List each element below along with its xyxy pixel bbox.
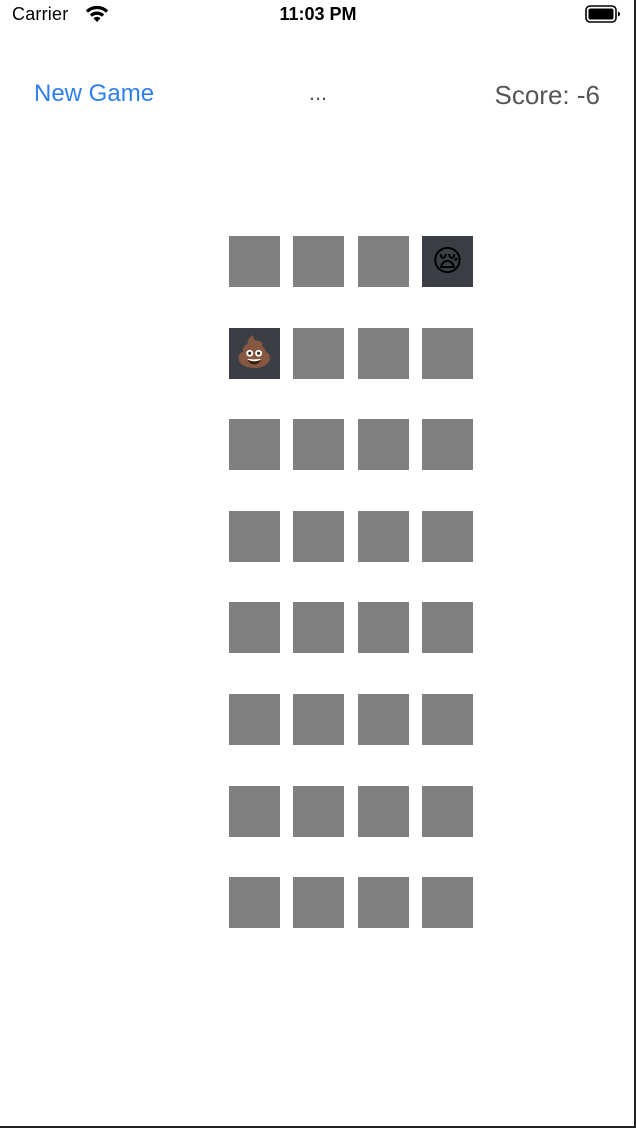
card-face-down[interactable] (357, 693, 409, 745)
card-face-down[interactable] (357, 327, 409, 379)
card-face-down[interactable] (229, 693, 280, 745)
card-face-down[interactable] (293, 877, 345, 929)
card-face-down[interactable] (421, 510, 473, 562)
card-face-down[interactable] (357, 236, 409, 287)
card-face-down[interactable] (421, 419, 473, 471)
card-face-down[interactable] (229, 602, 280, 654)
card-face-down[interactable] (421, 693, 473, 745)
card-face-down[interactable] (229, 510, 280, 562)
theme-name-label: ... (308, 80, 328, 105)
card-face-down[interactable] (357, 510, 409, 562)
status-bar: Carrier 11:03 PM (0, 0, 636, 30)
card-face-down[interactable] (293, 327, 345, 379)
card-grid: 😪 💩 (229, 236, 474, 929)
status-time: 11:03 PM (279, 4, 357, 24)
card-face-down[interactable] (421, 327, 473, 379)
card-face-down[interactable] (293, 785, 345, 837)
card-face-down[interactable] (421, 877, 473, 929)
card-face-down[interactable] (229, 785, 280, 837)
card-face-down[interactable] (293, 419, 345, 471)
card-emoji: 😪 (431, 243, 464, 279)
card-face-down[interactable] (293, 236, 345, 287)
card-face-down[interactable] (357, 602, 409, 654)
card-face-down[interactable] (357, 419, 409, 471)
card-face-down[interactable] (293, 602, 345, 654)
new-game-button[interactable]: New Game (34, 80, 154, 108)
battery-icon (585, 4, 621, 24)
card-face-down[interactable] (421, 785, 473, 837)
card-face-down[interactable] (357, 785, 409, 837)
card-face-down[interactable] (229, 236, 280, 287)
card-face-down[interactable] (421, 602, 473, 654)
card-emoji: 💩 (235, 335, 274, 371)
score-label: Score: -6 (494, 80, 601, 110)
card-face-down[interactable] (357, 877, 409, 929)
card-face-down[interactable] (229, 419, 280, 471)
card-face-down[interactable] (293, 510, 345, 562)
card-face-down[interactable] (229, 877, 280, 929)
card-face-up[interactable]: 💩 (229, 327, 280, 379)
card-face-up[interactable]: 😪 (421, 236, 473, 287)
card-face-down[interactable] (293, 693, 345, 745)
